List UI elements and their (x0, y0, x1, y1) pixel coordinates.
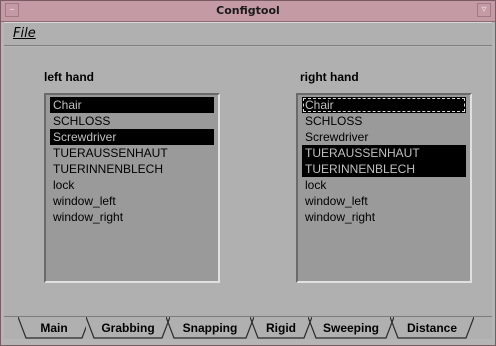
main-content: left hand Chair SCHLOSS Screwdriver TUERAUS… (4, 47, 492, 339)
tab-label: Rigid (266, 321, 296, 335)
right-hand-list[interactable]: Chair SCHLOSS Screwdriver TUERAUSSENHAUT TUE… (296, 93, 472, 283)
left-hand-list-item[interactable]: SCHLOSS (50, 113, 214, 129)
tab-grabbing[interactable]: Grabbing (86, 317, 170, 339)
tab-label: Grabbing (101, 321, 155, 335)
right-hand-list-item[interactable]: window_right (302, 209, 466, 225)
right-hand-list-item[interactable]: window_left (302, 193, 466, 209)
window-title: Configtool (216, 4, 280, 17)
tab-label: Main (40, 321, 68, 335)
configtool-window: – Configtool ▿ File left hand Chair SCHLO… (0, 0, 496, 346)
tab-label: Distance (406, 321, 458, 335)
right-hand-list-item[interactable]: Chair (302, 97, 466, 113)
tab-label: Sweeping (322, 321, 379, 335)
tab-distance[interactable]: Distance (390, 317, 474, 339)
left-hand-list-item[interactable]: TUERINNENBLECH (50, 161, 214, 177)
menu-file[interactable]: File (13, 26, 36, 41)
right-hand-list-item[interactable]: lock (302, 177, 466, 193)
left-hand-label: left hand (44, 70, 94, 84)
left-hand-list-item[interactable]: Chair (50, 97, 214, 113)
window-resize-button[interactable]: ▿ (477, 3, 491, 17)
tab-main[interactable]: Main (18, 317, 90, 339)
right-hand-list-item[interactable]: Screwdriver (302, 129, 466, 145)
right-hand-items: Chair SCHLOSS Screwdriver TUERAUSSENHAUT TUE… (298, 95, 470, 225)
left-hand-list-item[interactable]: Screwdriver (50, 129, 214, 145)
right-hand-list-item[interactable]: SCHLOSS (302, 113, 466, 129)
left-hand-list-item[interactable]: lock (50, 177, 214, 193)
left-hand-list-item[interactable]: window_left (50, 193, 214, 209)
right-hand-list-item[interactable]: TUERAUSSENHAUT (302, 145, 466, 161)
menu-bar: File (4, 22, 492, 46)
menu-file-label: File (13, 26, 36, 41)
tab-bar: Main Grabbing Snapping Rigid Sweeping Distanc… (4, 315, 492, 341)
left-hand-list-item[interactable]: TUERAUSSENHAUT (50, 145, 214, 161)
tab-rigid[interactable]: Rigid (250, 317, 312, 339)
left-hand-list[interactable]: Chair SCHLOSS Screwdriver TUERAUSSENHAUT TUE… (44, 93, 220, 283)
tab-snapping[interactable]: Snapping (166, 317, 254, 339)
title-bar[interactable]: – Configtool ▿ (1, 1, 495, 22)
tab-sweeping[interactable]: Sweeping (308, 317, 394, 339)
left-hand-items: Chair SCHLOSS Screwdriver TUERAUSSENHAUT TUE… (46, 95, 218, 225)
right-hand-list-item[interactable]: TUERINNENBLECH (302, 161, 466, 177)
left-hand-list-item[interactable]: window_right (50, 209, 214, 225)
right-hand-label: right hand (300, 70, 359, 84)
tab-label: Snapping (182, 321, 238, 335)
